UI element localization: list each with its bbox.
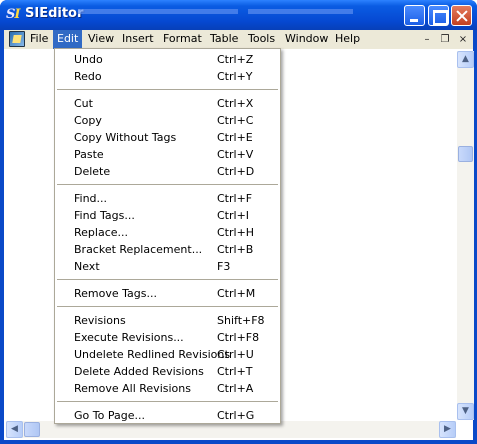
menu-separator <box>57 306 278 307</box>
app-icon[interactable]: SI <box>6 7 22 23</box>
menu-item-shortcut: Ctrl+A <box>217 382 254 395</box>
menu-item-remove-tags[interactable]: Remove Tags... Ctrl+M <box>56 285 279 302</box>
menu-item-label: Revisions <box>74 314 126 327</box>
menu-separator <box>57 89 278 90</box>
menu-edit[interactable]: Edit <box>53 30 83 49</box>
menu-item-replace[interactable]: Replace... Ctrl+H <box>56 224 279 241</box>
menu-item-shortcut: Ctrl+V <box>217 148 254 161</box>
mdi-close-icon[interactable]: × <box>455 33 471 47</box>
menu-item-go-to-page[interactable]: Go To Page... Ctrl+G <box>56 407 279 424</box>
menu-item-label: Paste <box>74 148 104 161</box>
menu-item-label: Redo <box>74 70 102 83</box>
menu-item-cut[interactable]: Cut Ctrl+X <box>56 95 279 112</box>
menu-window[interactable]: Window <box>281 30 332 49</box>
menu-item-shortcut: Ctrl+G <box>217 409 255 422</box>
scroll-right-chevron-right-icon[interactable]: ▶ <box>439 421 456 438</box>
menu-item-label: Undo <box>74 53 103 66</box>
menu-item-label: Cut <box>74 97 93 110</box>
menu-item-execute-revisions[interactable]: Execute Revisions... Ctrl+F8 <box>56 329 279 346</box>
menu-item-copy[interactable]: Copy Ctrl+C <box>56 112 279 129</box>
menu-item-next[interactable]: Next F3 <box>56 258 279 275</box>
menu-item-label: Delete <box>74 165 111 178</box>
menu-item-label: Copy <box>74 114 102 127</box>
menu-item-delete[interactable]: Delete Ctrl+D <box>56 163 279 180</box>
menu-item-shortcut: Shift+F8 <box>217 314 265 327</box>
maximize-button[interactable] <box>428 5 449 26</box>
menu-separator <box>57 279 278 280</box>
menu-item-shortcut: Ctrl+D <box>217 165 255 178</box>
menu-item-shortcut: Ctrl+F <box>217 192 253 205</box>
menu-item-shortcut: Ctrl+Z <box>217 53 254 66</box>
document-icon[interactable] <box>9 31 25 47</box>
scroll-left-chevron-left-icon[interactable]: ◀ <box>6 421 23 438</box>
menu-insert[interactable]: Insert <box>118 30 158 49</box>
scroll-down-chevron-down-icon[interactable]: ▼ <box>457 403 474 420</box>
window-title: SIEditor <box>25 6 84 21</box>
menu-item-label: Find... <box>74 192 108 205</box>
menu-item-undo[interactable]: Undo Ctrl+Z <box>56 51 279 68</box>
title-decoration <box>248 9 353 14</box>
mdi-minimize-icon[interactable]: – <box>419 33 435 47</box>
menu-item-undelete-redlined-revisions[interactable]: Undelete Redlined Revisions Ctrl+U <box>56 346 279 363</box>
menu-bar: File Edit View Insert Format Table Tools… <box>4 30 473 49</box>
scroll-up-chevron-up-icon[interactable]: ▲ <box>457 51 474 68</box>
menu-item-shortcut: Ctrl+U <box>217 348 254 361</box>
mdi-restore-icon[interactable]: ❐ <box>437 33 453 47</box>
menu-item-shortcut: Ctrl+B <box>217 243 254 256</box>
menu-item-label: Copy Without Tags <box>74 131 177 144</box>
menu-item-shortcut: Ctrl+E <box>217 131 253 144</box>
menu-view[interactable]: View <box>84 30 118 49</box>
menu-separator <box>57 401 278 402</box>
menu-item-remove-all-revisions[interactable]: Remove All Revisions Ctrl+A <box>56 380 279 397</box>
menu-item-revisions[interactable]: Revisions Shift+F8 <box>56 312 279 329</box>
menu-item-redo[interactable]: Redo Ctrl+Y <box>56 68 279 85</box>
menu-item-shortcut: F3 <box>217 260 231 273</box>
menu-item-find-tags[interactable]: Find Tags... Ctrl+I <box>56 207 279 224</box>
menu-item-label: Execute Revisions... <box>74 331 184 344</box>
title-decoration <box>78 9 238 14</box>
edit-menu-dropdown: Undo Ctrl+Z Redo Ctrl+Y Cut Ctrl+X Copy Ctrl+C C… <box>54 48 281 424</box>
minimize-button[interactable] <box>404 5 425 26</box>
menu-item-copy-without-tags[interactable]: Copy Without Tags Ctrl+E <box>56 129 279 146</box>
menu-item-label: Delete Added Revisions <box>74 365 204 378</box>
menu-file[interactable]: File <box>26 30 52 49</box>
close-button[interactable] <box>451 5 472 26</box>
menu-help[interactable]: Help <box>331 30 364 49</box>
menu-item-label: Go To Page... <box>74 409 145 422</box>
horizontal-scroll-thumb[interactable] <box>24 422 40 437</box>
menu-item-delete-added-revisions[interactable]: Delete Added Revisions Ctrl+T <box>56 363 279 380</box>
menu-item-find[interactable]: Find... Ctrl+F <box>56 190 279 207</box>
menu-item-label: Bracket Replacement... <box>74 243 203 256</box>
menu-item-label: Undelete Redlined Revisions <box>74 348 231 361</box>
menu-tools[interactable]: Tools <box>244 30 279 49</box>
vertical-scrollbar[interactable]: ▲ ▼ <box>457 51 474 420</box>
menu-item-shortcut: Ctrl+C <box>217 114 254 127</box>
menu-item-shortcut: Ctrl+Y <box>217 70 253 83</box>
menu-item-label: Remove All Revisions <box>74 382 191 395</box>
title-bar[interactable]: SI SIEditor <box>0 0 477 30</box>
menu-item-label: Replace... <box>74 226 129 239</box>
menu-item-shortcut: Ctrl+M <box>217 287 256 300</box>
menu-format[interactable]: Format <box>159 30 206 49</box>
menu-item-shortcut: Ctrl+I <box>217 209 250 222</box>
menu-item-label: Remove Tags... <box>74 287 157 300</box>
menu-item-shortcut: Ctrl+H <box>217 226 255 239</box>
menu-item-paste[interactable]: Paste Ctrl+V <box>56 146 279 163</box>
menu-table[interactable]: Table <box>206 30 242 49</box>
menu-item-shortcut: Ctrl+F8 <box>217 331 260 344</box>
menu-item-bracket-replacement[interactable]: Bracket Replacement... Ctrl+B <box>56 241 279 258</box>
menu-item-label: Find Tags... <box>74 209 135 222</box>
menu-item-label: Next <box>74 260 100 273</box>
menu-item-shortcut: Ctrl+X <box>217 97 254 110</box>
vertical-scroll-thumb[interactable] <box>458 146 473 162</box>
menu-separator <box>57 184 278 185</box>
menu-item-shortcut: Ctrl+T <box>217 365 253 378</box>
